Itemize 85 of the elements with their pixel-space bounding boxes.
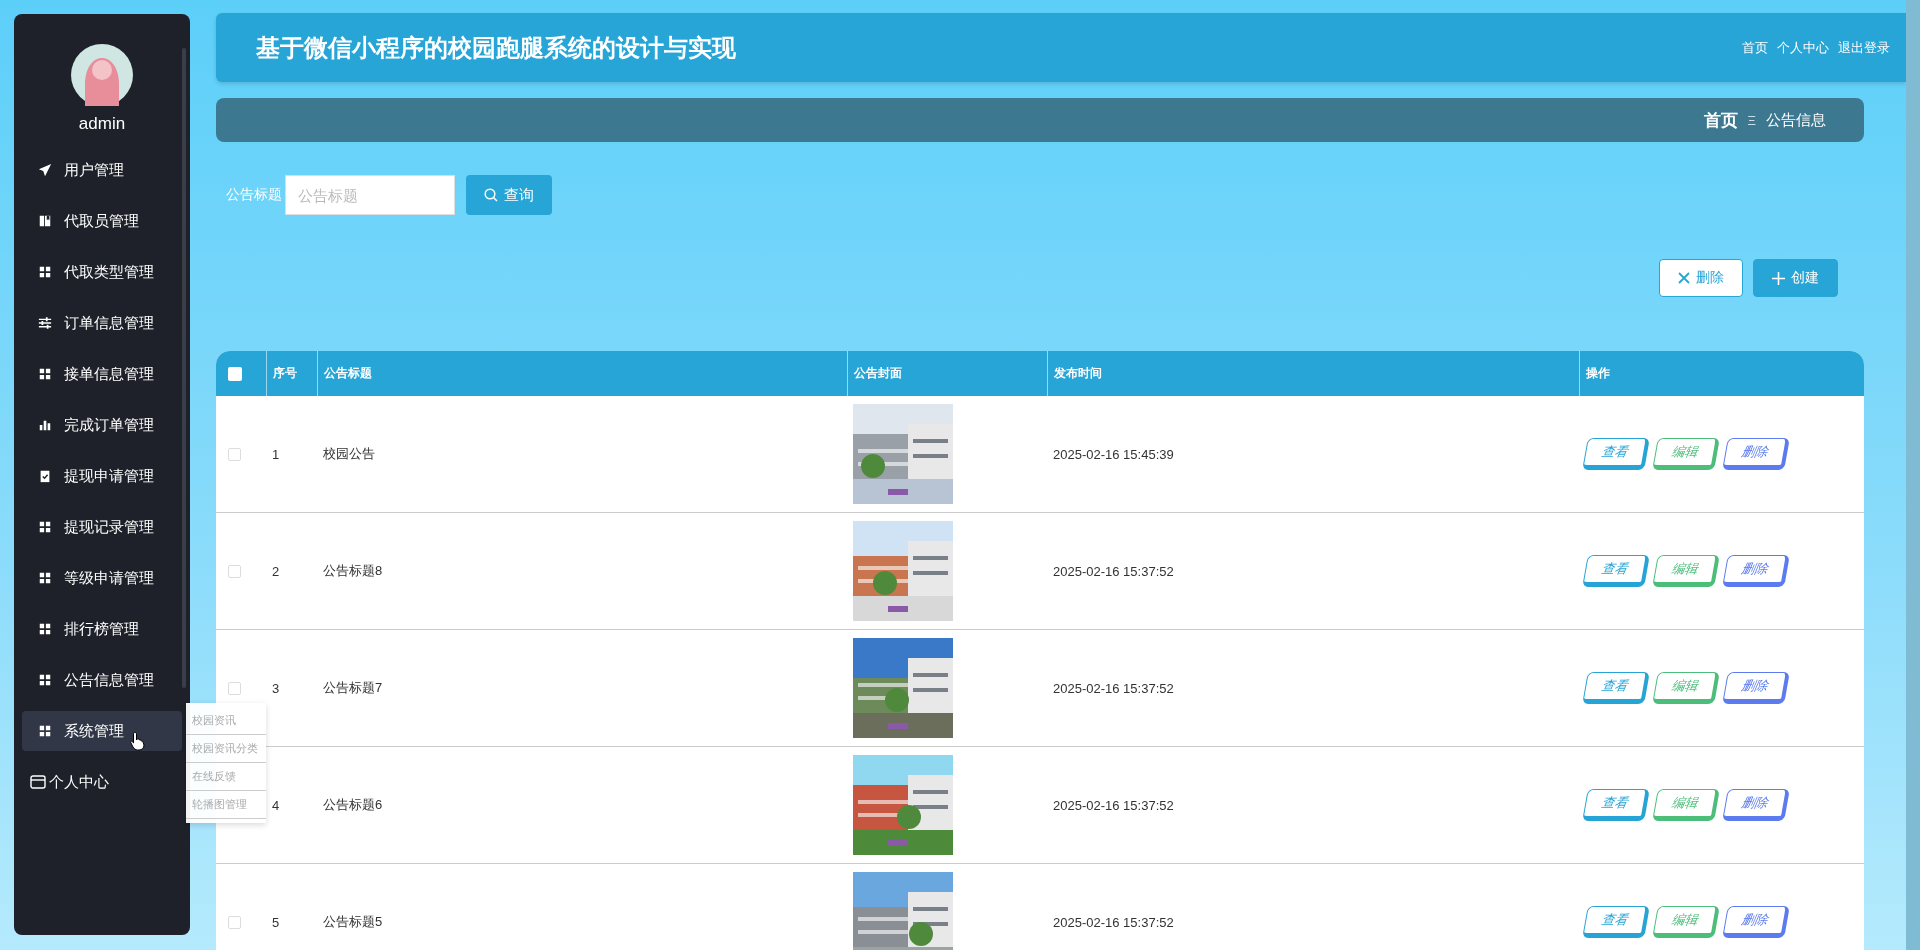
column-header: 发布时间 [1047,351,1579,396]
sidebar-item[interactable]: 接单信息管理 [22,354,182,394]
bar-chart-icon [38,418,52,432]
table-cell-text: 1 [271,445,281,464]
sidebar-item[interactable]: 提现申请管理 [22,456,182,496]
scrollbar[interactable] [1906,0,1920,950]
sidebar-item[interactable]: 个人中心 [22,762,182,802]
sidebar-item[interactable]: 提现记录管理 [22,507,182,547]
avatar [71,44,133,106]
grid-icon [38,367,52,381]
grid-icon [38,265,52,279]
sidebar-item[interactable]: 用户管理 [22,150,182,190]
page-title: 基于微信小程序的校园跑腿系统的设计与实现 [256,32,737,63]
table-cell-text: 2025-02-16 15:37:52 [1052,562,1175,581]
table-cell-text: 公告标题6 [322,796,384,814]
table-cell-text: 2025-02-16 15:37:52 [1052,796,1175,815]
close-icon [1678,272,1690,284]
action-button[interactable]: 查看 [1582,789,1650,821]
book-icon [38,214,52,228]
action-button[interactable]: 查看 [1582,438,1650,470]
header-link[interactable]: 首页 [1742,38,1768,57]
table-cell-text: 3 [271,679,281,698]
grid-icon [38,520,52,534]
table-cell-text: 2025-02-16 15:45:39 [1052,445,1175,464]
search-icon [484,188,498,202]
breadcrumb-link[interactable]: 首页 [1703,108,1738,132]
delete-button[interactable]: 删除 [1659,259,1743,297]
sidebar-item[interactable]: 排行榜管理 [22,609,182,649]
column-header: 公告标题 [317,351,847,396]
select-all-checkbox[interactable] [228,366,242,381]
action-button[interactable]: 查看 [1582,672,1650,704]
action-button[interactable]: 查看 [1582,906,1650,938]
breadcrumb-current: 公告信息 [1766,110,1826,130]
row-checkbox[interactable] [228,564,241,578]
grid-icon [38,724,52,738]
action-button[interactable]: 编辑 [1652,555,1720,587]
action-button[interactable]: 查看 [1582,555,1650,587]
action-button[interactable]: 编辑 [1652,672,1720,704]
sidebar-item[interactable]: 代取类型管理 [22,252,182,292]
row-checkbox[interactable] [228,447,241,461]
search-field[interactable]: 公告标题 [285,175,455,215]
user-name: admin [77,114,127,134]
sidebar-item[interactable]: 系统管理 [22,711,182,751]
header-link[interactable]: 个人中心 [1777,38,1829,57]
row-checkbox[interactable] [228,915,241,929]
action-button[interactable]: 删除 [1722,789,1790,821]
paper-plane-icon [38,163,52,177]
table-cell-text: 公告标题5 [322,913,384,931]
create-button[interactable]: 创建 [1753,259,1838,297]
action-button[interactable]: 编辑 [1652,906,1720,938]
action-button[interactable]: 删除 [1722,438,1790,470]
clipboard-icon [38,469,52,483]
action-button[interactable]: 编辑 [1652,789,1720,821]
plus-icon [1772,271,1785,285]
action-button[interactable]: 删除 [1722,906,1790,938]
action-button[interactable]: 删除 [1722,672,1790,704]
grid-icon [38,622,52,636]
field-label: 公告标题 [226,186,282,204]
column-header: 序号 [266,351,317,396]
sidebar-item[interactable]: 等级申请管理 [22,558,182,598]
search-button[interactable]: 查询 [466,175,552,215]
wallet-icon [30,775,46,789]
table-cell-text: 公告标题7 [322,679,384,697]
action-button[interactable]: 删除 [1722,555,1790,587]
table-cell-text: 5 [271,913,281,932]
sliders-icon [38,316,52,330]
column-header: 公告封面 [847,351,1047,396]
sidebar-item[interactable]: 代取员管理 [22,201,182,241]
table-cell-text: 2025-02-16 15:37:52 [1052,913,1175,932]
column-header: 操作 [1579,351,1864,396]
table-cell-text: 公告标题8 [322,562,384,580]
table-cell-text: 校园公告 [322,445,376,463]
sidebar-item[interactable]: 公告信息管理 [22,660,182,700]
grid-icon [38,673,52,687]
breadcrumb-separator: Ξ [1747,112,1756,128]
table-cell-text: 4 [271,796,281,815]
table-cell-text: 2025-02-16 15:37:52 [1052,679,1175,698]
header-link[interactable]: 退出登录 [1838,38,1890,57]
grid-icon [38,571,52,585]
row-checkbox[interactable] [228,681,241,695]
sidebar-item[interactable]: 完成订单管理 [22,405,182,445]
sidebar-item[interactable]: 订单信息管理 [22,303,182,343]
action-button[interactable]: 编辑 [1652,438,1720,470]
hand-cursor-icon [130,731,146,751]
table-cell-text: 2 [271,562,281,581]
